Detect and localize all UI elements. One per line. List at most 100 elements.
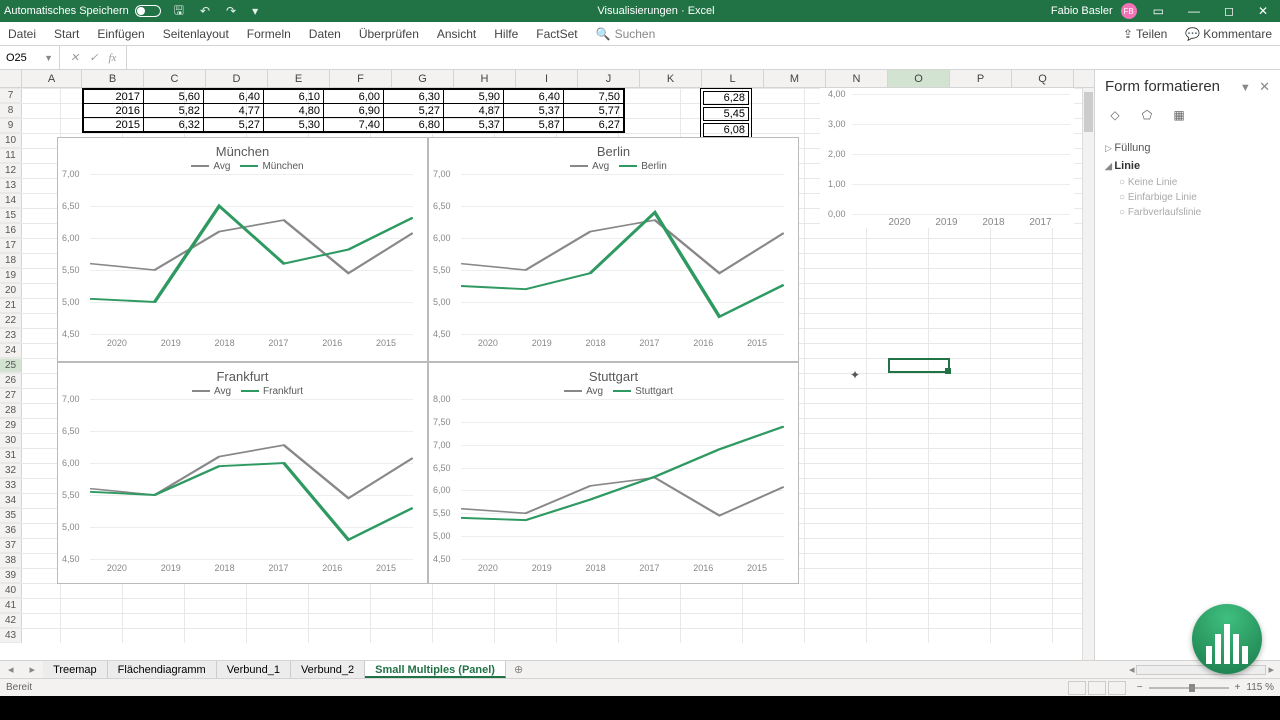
col-D[interactable]: D — [206, 70, 268, 87]
chart-berlin[interactable]: BerlinAvgBerlin4,505,005,506,006,507,002… — [428, 137, 799, 362]
col-L[interactable]: L — [702, 70, 764, 87]
row-25[interactable]: 25 — [0, 358, 22, 373]
comments-button[interactable]: 💬Kommentare — [1185, 27, 1272, 41]
row-17[interactable]: 17 — [0, 238, 22, 253]
table-cell[interactable]: 6,00 — [324, 90, 384, 104]
tab-daten[interactable]: Daten — [309, 27, 341, 41]
col-K[interactable]: K — [640, 70, 702, 87]
table-cell[interactable]: 4,77 — [204, 104, 264, 118]
chart-münchen[interactable]: MünchenAvgMünchen4,505,005,506,006,507,0… — [57, 137, 428, 362]
row-36[interactable]: 36 — [0, 523, 22, 538]
col-N[interactable]: N — [826, 70, 888, 87]
save-icon[interactable]: 🖫 — [171, 1, 187, 22]
table-cell[interactable]: 7,50 — [564, 90, 624, 104]
effects-icon[interactable]: ⬠ — [1137, 105, 1157, 125]
row-40[interactable]: 40 — [0, 583, 22, 598]
table-cell[interactable]: 5,37 — [444, 118, 504, 132]
section-fill[interactable]: Füllung — [1105, 139, 1270, 157]
zoom-in-icon[interactable]: + — [1235, 682, 1241, 693]
maximize-icon[interactable]: ◻ — [1216, 4, 1242, 18]
name-box[interactable]: O25▼ — [0, 46, 60, 69]
table-cell[interactable]: 6,08 — [703, 123, 749, 137]
confirm-icon[interactable]: ✓ — [89, 51, 98, 64]
col-M[interactable]: M — [764, 70, 826, 87]
view-layout-icon[interactable] — [1088, 681, 1106, 695]
tab-factset[interactable]: FactSet — [536, 27, 577, 41]
tab-hilfe[interactable]: Hilfe — [494, 27, 518, 41]
row-14[interactable]: 14 — [0, 193, 22, 208]
row-12[interactable]: 12 — [0, 163, 22, 178]
zoom-out-icon[interactable]: − — [1137, 682, 1143, 693]
row-11[interactable]: 11 — [0, 148, 22, 163]
table-cell[interactable]: 6,32 — [144, 118, 204, 132]
row-9[interactable]: 9 — [0, 118, 22, 133]
row-42[interactable]: 42 — [0, 613, 22, 628]
view-break-icon[interactable] — [1108, 681, 1126, 695]
tab-einfuegen[interactable]: Einfügen — [97, 27, 144, 41]
table-cell[interactable]: 6,28 — [703, 91, 749, 105]
table-cell[interactable]: 5,82 — [144, 104, 204, 118]
ribbon-mode-icon[interactable]: ▭ — [1145, 4, 1172, 18]
row-19[interactable]: 19 — [0, 268, 22, 283]
tab-formeln[interactable]: Formeln — [247, 27, 291, 41]
close-icon[interactable]: ✕ — [1250, 4, 1276, 18]
row-22[interactable]: 22 — [0, 313, 22, 328]
table-cell[interactable]: 5,27 — [384, 104, 444, 118]
zoom-slider[interactable] — [1149, 687, 1229, 689]
table-cell[interactable]: 5,60 — [144, 90, 204, 104]
table-cell[interactable]: 6,80 — [384, 118, 444, 132]
fx-icon[interactable]: fx — [108, 52, 116, 64]
share-button[interactable]: ⇪Teilen — [1123, 27, 1167, 41]
row-27[interactable]: 27 — [0, 388, 22, 403]
row-15[interactable]: 15 — [0, 208, 22, 223]
row-30[interactable]: 30 — [0, 433, 22, 448]
qat-dropdown-icon[interactable]: ▾ — [249, 4, 261, 18]
col-Q[interactable]: Q — [1012, 70, 1074, 87]
row-10[interactable]: 10 — [0, 133, 22, 148]
section-line[interactable]: Linie — [1105, 157, 1270, 175]
pane-close-icon[interactable]: ✕ — [1259, 79, 1270, 94]
table-cell[interactable]: 5,87 — [504, 118, 564, 132]
sheet-tab-2[interactable]: Verbund_1 — [217, 661, 291, 678]
user-name[interactable]: Fabio Basler — [1051, 5, 1113, 17]
redo-icon[interactable]: ↷ — [223, 4, 239, 18]
sheet-tab-4[interactable]: Small Multiples (Panel) — [365, 661, 506, 678]
table-cell[interactable]: 5,77 — [564, 104, 624, 118]
table-cell[interactable]: 6,90 — [324, 104, 384, 118]
row-35[interactable]: 35 — [0, 508, 22, 523]
col-O[interactable]: O — [888, 70, 950, 87]
tab-seitenlayout[interactable]: Seitenlayout — [163, 27, 229, 41]
sheet-tab-0[interactable]: Treemap — [43, 661, 108, 678]
row-41[interactable]: 41 — [0, 598, 22, 613]
chart-stuttgart[interactable]: StuttgartAvgStuttgart4,505,005,506,006,5… — [428, 362, 799, 584]
col-A[interactable]: A — [22, 70, 82, 87]
radio-solid-line[interactable]: Einfarbige Linie — [1105, 190, 1270, 205]
horizontal-scrollbar[interactable]: ◂▸ — [531, 663, 1280, 676]
undo-icon[interactable]: ↶ — [197, 4, 213, 18]
worksheet[interactable]: A B C D E F G H I J K L M N O P Q 789101… — [0, 70, 1094, 660]
cancel-icon[interactable]: ✕ — [70, 51, 79, 64]
row-7[interactable]: 7 — [0, 88, 22, 103]
col-C[interactable]: C — [144, 70, 206, 87]
row-18[interactable]: 18 — [0, 253, 22, 268]
col-G[interactable]: G — [392, 70, 454, 87]
view-normal-icon[interactable] — [1068, 681, 1086, 695]
tab-nav-prev[interactable]: ◂ — [0, 663, 22, 676]
col-P[interactable]: P — [950, 70, 1012, 87]
table-cell[interactable]: 6,40 — [504, 90, 564, 104]
table-cell[interactable]: 5,37 — [504, 104, 564, 118]
chart-frankfurt[interactable]: FrankfurtAvgFrankfurt4,505,005,506,006,5… — [57, 362, 428, 584]
table-cell[interactable]: 5,30 — [264, 118, 324, 132]
row-29[interactable]: 29 — [0, 418, 22, 433]
row-43[interactable]: 43 — [0, 628, 22, 643]
vertical-scrollbar[interactable] — [1082, 88, 1094, 660]
row-32[interactable]: 32 — [0, 463, 22, 478]
minimize-icon[interactable]: — — [1180, 4, 1208, 18]
row-37[interactable]: 37 — [0, 538, 22, 553]
table-cell[interactable]: 5,27 — [204, 118, 264, 132]
table-cell[interactable]: 6,40 — [204, 90, 264, 104]
tab-start[interactable]: Start — [54, 27, 79, 41]
add-sheet-button[interactable]: ⊕ — [506, 663, 531, 676]
row-39[interactable]: 39 — [0, 568, 22, 583]
col-F[interactable]: F — [330, 70, 392, 87]
